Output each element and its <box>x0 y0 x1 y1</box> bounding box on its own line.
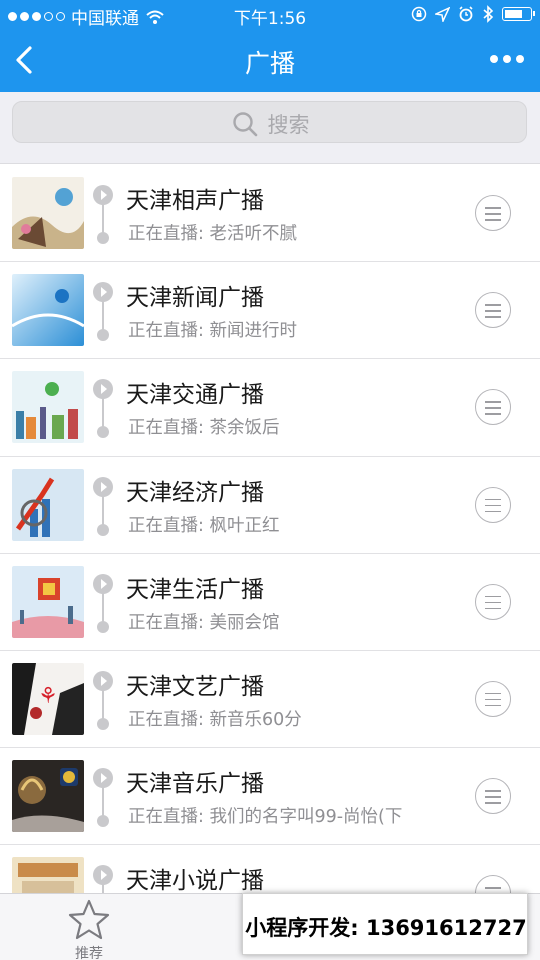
list-item[interactable]: 天津交通广播 正在直播: 茶余饭后 <box>0 359 540 457</box>
menu-icon[interactable] <box>475 583 511 620</box>
now-playing-text: 正在直播: 枫叶正红 <box>128 512 428 537</box>
station-cover-image <box>12 565 84 638</box>
play-icon[interactable] <box>93 768 113 789</box>
menu-icon[interactable] <box>475 486 511 523</box>
station-cover-image <box>12 274 84 347</box>
station-name: 天津音乐广播 <box>126 771 264 798</box>
station-cover-image <box>12 371 84 444</box>
play-icon[interactable] <box>93 865 113 886</box>
timeline-dot <box>97 232 109 244</box>
timeline-dot <box>97 620 109 633</box>
timeline-dot <box>97 717 109 730</box>
now-playing-text: 正在直播: 美丽会馆 <box>128 609 428 634</box>
bluetooth-icon <box>483 5 494 23</box>
station-cover-image <box>12 177 84 249</box>
navigation-bar: 广播 <box>0 30 540 92</box>
station-list: 天津相声广播 正在直播: 老活听不腻 天津新闻广播 正在直播: 新闻进行时 天津… <box>0 165 540 943</box>
station-cover-image <box>12 468 84 541</box>
app-header: 中国联通 下午1:56 广播 <box>0 0 540 92</box>
watermark-text: 小程序开发: 13691612727 <box>245 916 527 940</box>
station-name: 天津经济广播 <box>126 479 264 506</box>
station-cover-image: ⚘ <box>12 662 84 735</box>
program-name: 茶余饭后 <box>209 418 280 439</box>
station-name: 天津小说广播 <box>126 868 264 895</box>
live-label: 正在直播: <box>128 224 210 244</box>
status-bar: 中国联通 下午1:56 <box>0 0 540 30</box>
live-label: 正在直播: <box>128 612 210 633</box>
live-label: 正在直播: <box>128 515 210 536</box>
station-cover-image <box>12 760 84 833</box>
program-name: 美丽会馆 <box>209 612 280 633</box>
station-name: 天津文艺广播 <box>126 673 264 700</box>
station-name: 天津相声广播 <box>126 188 264 214</box>
search-section: 搜索 <box>0 92 540 164</box>
now-playing-text: 正在直播: 新音乐60分 <box>128 706 428 731</box>
timeline-dot <box>97 523 109 536</box>
station-name: 天津新闻广播 <box>126 285 264 312</box>
menu-icon[interactable] <box>475 292 511 329</box>
alarm-icon <box>459 6 473 22</box>
rotation-lock-icon <box>411 6 427 22</box>
program-name: 枫叶正红 <box>209 515 280 536</box>
more-dot-icon <box>516 55 524 63</box>
live-label: 正在直播: <box>128 418 210 439</box>
play-icon[interactable] <box>93 476 113 497</box>
list-item[interactable]: 天津音乐广播 正在直播: 我们的名字叫99-尚怡(下 <box>0 748 540 846</box>
page-title: 广播 <box>244 49 295 78</box>
now-playing-text: 正在直播: 我们的名字叫99-尚怡(下 <box>128 803 428 828</box>
list-item[interactable]: ⚘ 天津文艺广播 正在直播: 新音乐60分 <box>0 651 540 749</box>
status-right <box>411 5 535 23</box>
live-label: 正在直播: <box>128 807 210 828</box>
timeline-dot <box>97 815 109 828</box>
menu-icon[interactable] <box>475 680 511 717</box>
star-icon <box>68 899 110 940</box>
menu-icon[interactable] <box>475 389 511 426</box>
timeline-dot <box>97 329 109 342</box>
now-playing-text: 正在直播: 新闻进行时 <box>128 317 428 342</box>
svg-text:⚘: ⚘ <box>38 684 58 709</box>
play-icon[interactable] <box>93 282 113 303</box>
search-placeholder: 搜索 <box>267 113 310 137</box>
program-name: 我们的名字叫99-尚怡(下 <box>209 807 403 828</box>
tab-label: 推荐 <box>75 946 103 960</box>
menu-icon[interactable] <box>475 778 511 815</box>
program-name: 新音乐60分 <box>209 709 302 730</box>
now-playing-text: 正在直播: 茶余饭后 <box>128 414 428 439</box>
live-label: 正在直播: <box>128 321 210 342</box>
search-icon <box>232 112 257 137</box>
more-dot-icon <box>503 55 511 63</box>
more-dot-icon <box>490 55 498 63</box>
timeline-dot <box>97 426 109 439</box>
location-arrow-icon <box>435 6 450 22</box>
program-name: 老活听不腻 <box>209 224 297 244</box>
program-name: 新闻进行时 <box>209 321 297 342</box>
watermark-banner: 小程序开发: 13691612727 <box>242 893 528 955</box>
live-label: 正在直播: <box>128 709 210 730</box>
now-playing-text: 正在直播: 老活听不腻 <box>128 220 428 245</box>
play-icon[interactable] <box>93 185 113 205</box>
search-placeholder-group: 搜索 <box>13 109 528 139</box>
list-item[interactable]: 天津生活广播 正在直播: 美丽会馆 <box>0 554 540 651</box>
station-name: 天津生活广播 <box>126 576 264 603</box>
list-item[interactable]: 天津新闻广播 正在直播: 新闻进行时 <box>0 262 540 360</box>
menu-icon[interactable] <box>475 195 511 231</box>
tab-recommend[interactable]: 推荐 <box>29 894 149 960</box>
list-item[interactable]: 天津相声广播 正在直播: 老活听不腻 <box>0 165 540 263</box>
station-name: 天津交通广播 <box>126 382 264 409</box>
battery-icon <box>502 7 535 21</box>
search-input[interactable]: 搜索 <box>12 101 527 143</box>
play-icon[interactable] <box>93 670 113 691</box>
list-item[interactable]: 天津经济广播 正在直播: 枫叶正红 <box>0 457 540 554</box>
play-icon[interactable] <box>93 573 113 594</box>
more-options-button[interactable] <box>490 55 524 63</box>
play-icon[interactable] <box>93 379 113 400</box>
